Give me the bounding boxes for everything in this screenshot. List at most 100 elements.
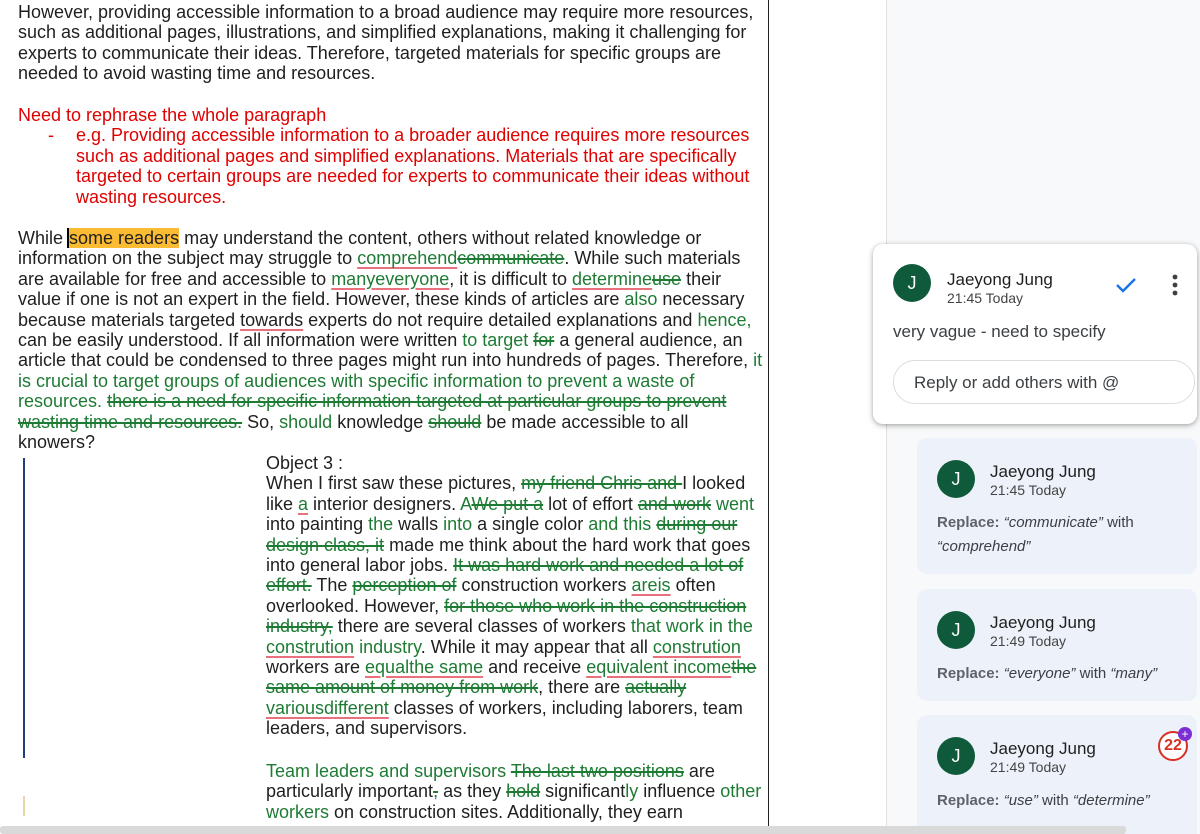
active-comment-card[interactable]: J Jaeyong Jung 21:45 Today very vague - …: [873, 244, 1197, 424]
object-3-second-paragraph[interactable]: Team leaders and supervisors The last tw…: [266, 761, 766, 822]
suggested-deletion[interactable]: actually: [625, 677, 686, 697]
suggested-insertion[interactable]: the: [368, 514, 393, 534]
comment-time: 21:45 Today: [947, 290, 1024, 306]
text-run: on construction sites. Additionally, the…: [329, 801, 683, 822]
suggested-insertion[interactable]: are: [632, 575, 658, 595]
suggested-insertion[interactable]: into: [443, 514, 472, 534]
add-badge-icon: +: [1178, 727, 1192, 741]
suggestion-label: Replace:: [937, 665, 1000, 682]
suggestion-label: Replace:: [937, 514, 1000, 531]
suggested-deletion[interactable]: perception of: [352, 575, 456, 595]
text-run: can be easily understood. If all informa…: [18, 330, 463, 351]
suggestion-text: Replace: “use” with “determine”: [937, 789, 1197, 813]
text-run: , it is difficult to: [449, 268, 572, 289]
suggestion-from: “communicate”: [1003, 514, 1103, 531]
comment-note[interactable]: Need to rephrase the whole paragraph - e…: [18, 105, 763, 207]
comment-author: Jaeyong Jung: [947, 270, 1053, 289]
suggested-insertion[interactable]: A: [460, 494, 471, 514]
suggested-insertion[interactable]: various: [266, 698, 324, 718]
spelling-flag[interactable]: towards: [240, 310, 303, 330]
object-3-text[interactable]: When I first saw these pictures, my frie…: [266, 473, 766, 738]
suggestion-to: “comprehend”: [937, 538, 1031, 555]
suggested-deletion[interactable]: everyone: [375, 269, 449, 289]
suggested-insertion[interactable]: determine: [572, 269, 652, 289]
suggestion-from: “use”: [1003, 792, 1038, 809]
suggestion-time: 21:49 Today: [990, 633, 1067, 649]
text-run: there are several classes of workers: [332, 616, 631, 637]
suggestion-card[interactable]: J Jaeyong Jung 21:49 Today Replace: “use…: [917, 715, 1197, 834]
suggestion-to: “many”: [1110, 665, 1158, 682]
avatar: J: [937, 460, 975, 498]
text-run: While: [18, 228, 69, 248]
document-page[interactable]: However, providing accessible informatio…: [0, 0, 769, 834]
paragraph-main[interactable]: While some readers may understand the co…: [18, 228, 763, 452]
suggested-insertion[interactable]: many: [331, 269, 375, 289]
note-bullet: -: [48, 125, 54, 146]
suggested-insertion[interactable]: industry: [354, 637, 421, 657]
suggested-insertion[interactable]: a: [298, 494, 308, 514]
suggested-deletion[interactable]: The last two positions: [511, 761, 684, 781]
suggested-deletion[interactable]: different: [324, 698, 389, 718]
suggestion-time: 21:49 Today: [990, 759, 1067, 775]
table-border-left-faint: [23, 796, 25, 816]
text-run: . While it may appear that all: [420, 636, 653, 657]
text-run: as they: [438, 781, 507, 802]
suggested-insertion[interactable]: ly: [625, 781, 638, 801]
text-run: workers are: [266, 657, 366, 678]
suggested-insertion[interactable]: that work in the: [631, 616, 753, 636]
suggested-insertion[interactable]: constrution: [266, 637, 354, 657]
suggestion-card[interactable]: J Jaeyong Jung 21:49 Today Replace: “eve…: [917, 589, 1197, 701]
suggested-insertion[interactable]: hence,: [697, 310, 751, 330]
object-3-block[interactable]: Object 3 : When I first saw these pictur…: [266, 453, 766, 739]
suggested-insertion[interactable]: equal: [365, 657, 409, 677]
suggestion-author: Jaeyong Jung: [990, 739, 1096, 758]
suggestion-card[interactable]: J Jaeyong Jung 21:45 Today Replace: “com…: [917, 438, 1197, 574]
text-run: lot of effort: [543, 493, 638, 514]
reply-input[interactable]: Reply or add others with @: [893, 360, 1195, 404]
suggested-insertion[interactable]: went: [716, 494, 754, 514]
suggestion-mid: with: [1037, 792, 1073, 809]
avatar: J: [893, 264, 931, 302]
suggested-deletion[interactable]: is: [658, 575, 671, 595]
suggested-deletion[interactable]: my friend Chris and: [521, 473, 682, 493]
suggested-insertion[interactable]: should: [279, 412, 332, 432]
suggestion-to: “determine”: [1072, 792, 1150, 809]
suggested-deletion[interactable]: hold: [506, 781, 540, 801]
suggested-deletion[interactable]: communicate: [457, 248, 564, 268]
horizontal-scrollbar[interactable]: [0, 826, 1126, 834]
suggested-insertion[interactable]: Team leaders and supervisors: [266, 761, 506, 781]
notification-badge[interactable]: 22 +: [1158, 727, 1192, 761]
suggested-deletion[interactable]: the same: [409, 657, 483, 677]
text-run: influence: [638, 781, 721, 802]
suggested-deletion[interactable]: should: [428, 412, 481, 432]
suggested-insertion[interactable]: also: [624, 289, 657, 309]
suggested-insertion[interactable]: to target: [462, 330, 528, 350]
highlighted-text[interactable]: some readers: [69, 228, 180, 248]
note-example: e.g. Providing accessible information to…: [76, 125, 750, 207]
check-icon[interactable]: [1113, 272, 1139, 298]
suggested-deletion[interactable]: and work: [638, 494, 711, 514]
paragraph-intro[interactable]: However, providing accessible informatio…: [18, 2, 763, 84]
suggested-deletion[interactable]: use: [652, 269, 681, 289]
suggested-insertion[interactable]: equivalent income: [586, 657, 731, 677]
text-run: , there are: [538, 677, 626, 698]
text-run: The: [311, 575, 353, 596]
text-run: So,: [242, 411, 280, 432]
suggestion-author: Jaeyong Jung: [990, 613, 1096, 632]
avatar: J: [937, 737, 975, 775]
note-bullet-row: - e.g. Providing accessible information …: [18, 125, 763, 207]
suggested-insertion[interactable]: comprehend: [357, 248, 457, 268]
suggested-insertion[interactable]: constrution: [653, 637, 741, 657]
text-run: and receive: [483, 657, 587, 678]
suggestion-from: “everyone”: [1003, 665, 1076, 682]
text-run: knowledge: [332, 411, 429, 432]
note-title: Need to rephrase the whole paragraph: [18, 105, 327, 125]
text-run: interior designers.: [308, 493, 461, 514]
suggested-deletion[interactable]: We put a: [471, 494, 543, 514]
suggestion-text: Replace: “everyone” with “many”: [937, 662, 1197, 686]
object-3-title: Object 3 :: [266, 453, 344, 473]
more-vert-icon[interactable]: [1165, 272, 1185, 298]
suggested-insertion[interactable]: and this: [588, 514, 651, 534]
text-run: significant: [540, 781, 626, 802]
suggested-deletion[interactable]: for: [533, 330, 554, 350]
